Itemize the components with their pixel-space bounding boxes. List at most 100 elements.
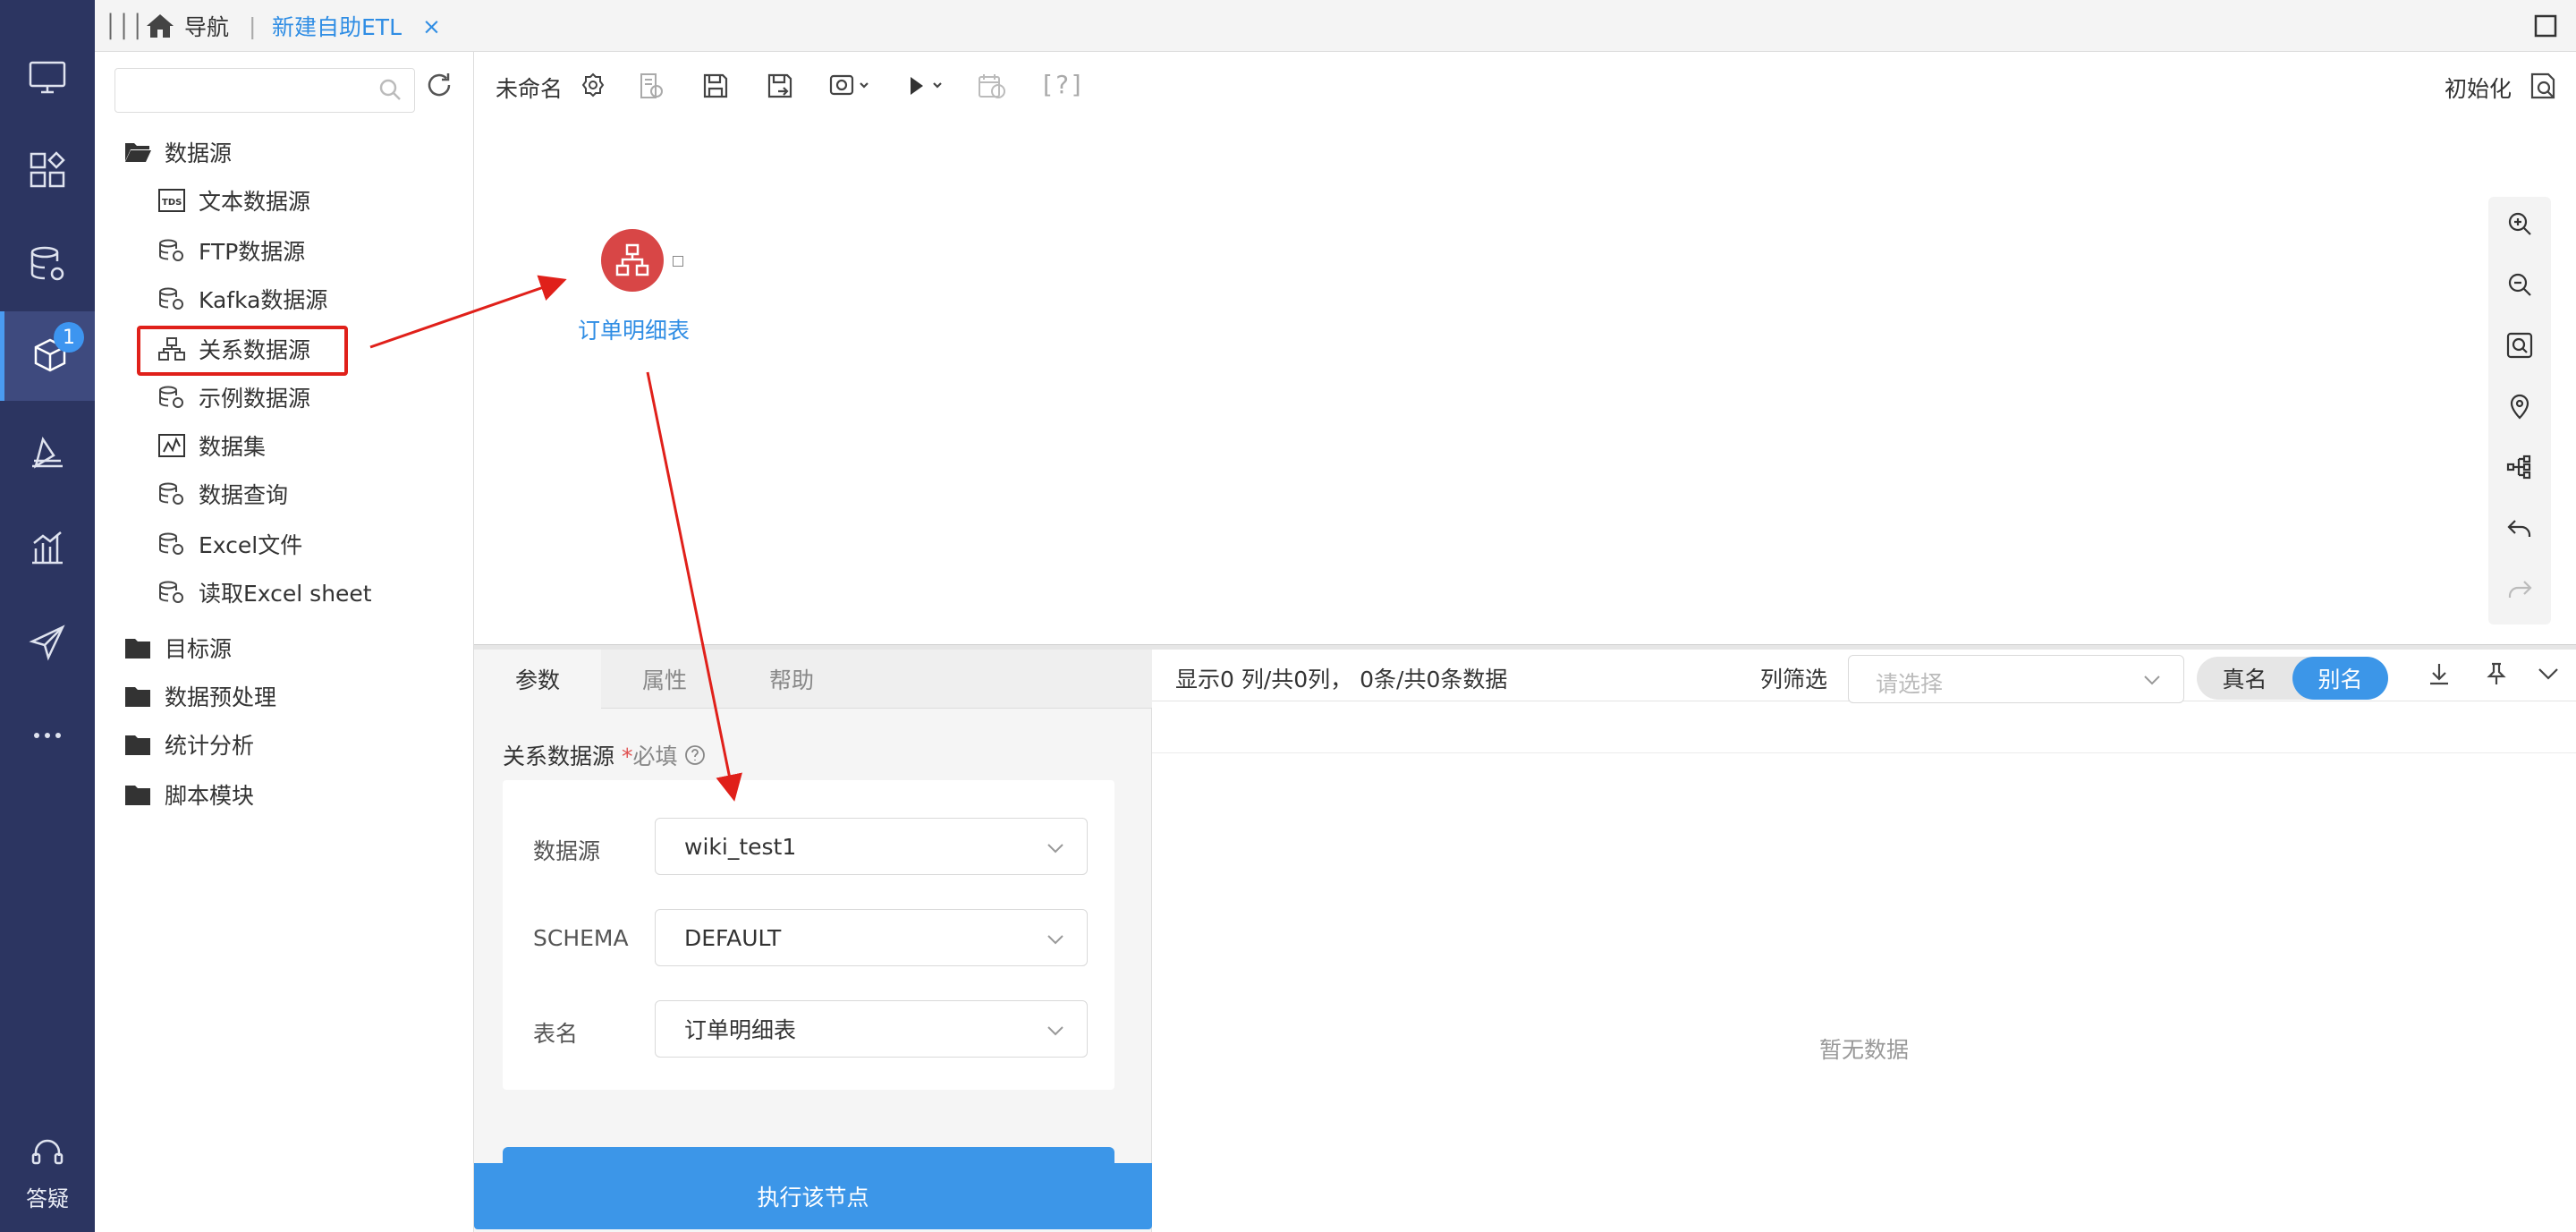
zoom-out-icon[interactable] [2505, 270, 2534, 299]
tree-item-kafka-source[interactable]: Kafka数据源 [157, 277, 327, 320]
toolbar: 未命名 [?] 初始化 [474, 52, 2576, 123]
tree-item-excel-file[interactable]: Excel文件 [157, 523, 302, 565]
tree-search-input[interactable] [115, 69, 366, 110]
ruler-icon[interactable] [0, 408, 95, 497]
database-icon [159, 386, 183, 408]
tree-item-label: Kafka数据源 [199, 287, 328, 313]
schema-select[interactable]: DEFAULT [655, 909, 1088, 966]
tree-search[interactable] [114, 68, 415, 113]
tree-item-sample-source[interactable]: 示例数据源 [157, 376, 310, 419]
undo-icon[interactable] [2505, 514, 2534, 542]
dashboard-icon[interactable] [0, 125, 95, 215]
tree-item-ftp-source[interactable]: FTP数据源 [157, 229, 305, 272]
tree-group-label: 数据源 [165, 140, 233, 166]
etl-cube-icon[interactable]: 1 [0, 311, 95, 401]
node-connector-handle[interactable] [673, 256, 683, 267]
download-icon[interactable] [2426, 660, 2453, 687]
toggle-real-name[interactable]: 真名 [2197, 657, 2292, 700]
column-filter-select[interactable]: 请选择 [1848, 655, 2184, 703]
field-label-datasource: 数据源 [533, 838, 601, 864]
scheduler-dropdown-icon[interactable] [828, 72, 873, 100]
tree-group-statistics[interactable]: 统计分析 [123, 723, 254, 766]
column-filter-placeholder: 请选择 [1876, 671, 1944, 697]
monitor-icon[interactable] [0, 32, 95, 122]
layout-tree-icon[interactable] [2505, 453, 2534, 481]
param-tabs: 参数 属性 帮助 [474, 650, 1152, 709]
preview-search-icon[interactable] [2528, 70, 2560, 102]
tree-item-label: FTP数据源 [199, 239, 306, 265]
tree-group-label: 目标源 [165, 636, 233, 662]
notification-badge: 1 [54, 322, 84, 353]
home-icon [147, 14, 174, 38]
maximize-icon[interactable] [2533, 0, 2558, 52]
help-label: 答疑 [26, 1186, 69, 1211]
table-select[interactable]: 订单明细表 [655, 1000, 1088, 1058]
field-label-table: 表名 [533, 1021, 579, 1047]
toggle-alias[interactable]: 别名 [2292, 657, 2388, 700]
tree-item-excel-sheet[interactable]: 读取Excel sheet [157, 571, 372, 614]
tab-params[interactable]: 参数 [474, 650, 601, 709]
init-button[interactable]: 初始化 [2445, 72, 2512, 104]
section-title: 关系数据源 [503, 743, 615, 769]
tree-item-dataset[interactable]: 数据集 [157, 424, 266, 467]
field-label-schema: SCHEMA [533, 925, 629, 951]
question-circle-icon[interactable] [684, 744, 706, 766]
tree-group-preprocess[interactable]: 数据预处理 [123, 675, 276, 718]
flow-node-relational-source[interactable] [601, 229, 664, 292]
tree-item-label: 读取Excel sheet [199, 581, 372, 607]
tab-close-icon[interactable]: × [422, 0, 441, 52]
tree-group-script[interactable]: 脚本模块 [123, 773, 254, 816]
chevron-down-icon [2144, 675, 2160, 685]
tree-item-label: 示例数据源 [199, 386, 311, 412]
tab-new-etl[interactable]: 新建自助ETL [272, 0, 402, 52]
tree-group-target[interactable]: 目标源 [123, 626, 232, 669]
tree-item-data-query[interactable]: 数据查询 [157, 472, 288, 515]
preview-summary: 显示0 列/共0列， 0条/共0条数据 [1175, 667, 1508, 692]
menu-icon[interactable]: │││ [104, 0, 144, 52]
tab-properties[interactable]: 属性 [601, 650, 728, 709]
datasource-value: wiki_test1 [684, 833, 797, 860]
tab-help[interactable]: 帮助 [728, 650, 855, 709]
tree-group-datasource[interactable]: 数据源 [123, 131, 232, 174]
section-label: 关系数据源 *必填 [503, 739, 706, 771]
node-params-panel: 参数 属性 帮助 关系数据源 *必填 数据源 wiki_test1 SCHEMA… [474, 650, 1152, 1232]
canvas-toolbar [2488, 197, 2551, 624]
send-icon[interactable] [0, 598, 95, 687]
required-text: 必填 [632, 743, 678, 769]
folder-icon [125, 786, 150, 805]
tab-navigation[interactable]: 导航 [145, 0, 229, 52]
collapse-chevron-icon[interactable] [2535, 660, 2562, 687]
more-icon[interactable] [0, 691, 95, 780]
relational-db-icon [615, 243, 649, 276]
help-button[interactable]: 答疑 [0, 1134, 95, 1212]
help-bracket-icon[interactable]: [?] [1039, 70, 1085, 99]
empty-state-text: 暂无数据 [1818, 1037, 1909, 1063]
support-icon [31, 1139, 64, 1165]
redo-icon[interactable] [2505, 574, 2534, 603]
save-as-icon[interactable] [766, 72, 794, 100]
analytics-chart-icon[interactable] [0, 503, 95, 592]
save-icon[interactable] [701, 72, 730, 100]
flow-canvas[interactable]: 订单明细表 [474, 123, 2576, 644]
location-pin-icon[interactable] [2505, 392, 2534, 421]
tree-item-label: 数据集 [199, 434, 267, 460]
schedule-clock-icon[interactable] [977, 72, 1007, 100]
zoom-in-icon[interactable] [2505, 209, 2534, 238]
nav-label: 导航 [184, 14, 230, 40]
fit-view-icon[interactable] [2505, 331, 2534, 360]
database-settings-icon[interactable] [0, 220, 95, 310]
tree-item-label: 数据查询 [199, 482, 289, 508]
refresh-icon[interactable] [424, 70, 454, 100]
datasource-select[interactable]: wiki_test1 [655, 818, 1088, 875]
database-icon [159, 482, 183, 505]
settings-gear-icon[interactable] [580, 72, 606, 98]
execute-node-button[interactable]: 执行该节点 [474, 1163, 1152, 1229]
pin-icon[interactable] [2483, 660, 2510, 687]
text-file-icon: TDS [158, 189, 185, 212]
tree-item-text-source[interactable]: TDS 文本数据源 [157, 179, 310, 222]
flow-node-label[interactable]: 订单明细表 [578, 313, 690, 345]
preview-header: 显示0 列/共0列， 0条/共0条数据 列筛选 请选择 真名 别名 [1152, 650, 2576, 703]
canvas-name[interactable]: 未命名 [496, 72, 563, 104]
run-dropdown-icon[interactable] [907, 72, 950, 100]
document-clock-icon[interactable] [637, 72, 665, 100]
